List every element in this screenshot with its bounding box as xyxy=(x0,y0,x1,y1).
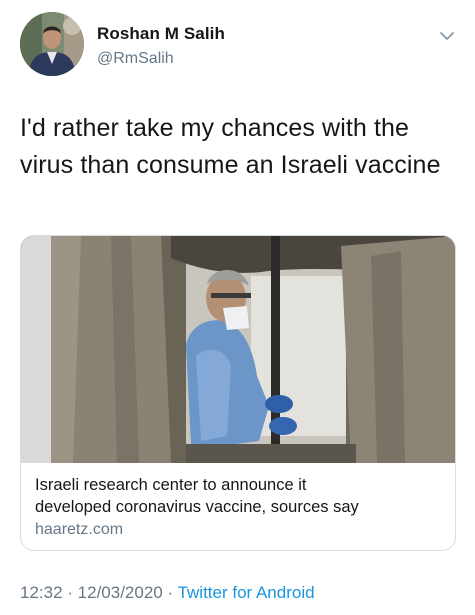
card-domain: haaretz.com xyxy=(35,521,124,538)
avatar-photo xyxy=(20,12,84,76)
tweet-date: 12/03/2020 xyxy=(77,583,163,602)
link-card[interactable]: Israeli research center to announce it d… xyxy=(20,235,456,551)
tweet: Roshan M Salih @RmSalih I'd rather take … xyxy=(0,0,475,615)
card-title-line: Israeli research center to announce it xyxy=(35,476,307,494)
card-title-line: developed coronavirus vaccine, sources s… xyxy=(35,498,359,516)
chevron-down-icon[interactable] xyxy=(438,29,456,43)
tweet-meta: 12:32 · 12/03/2020 · Twitter for Android xyxy=(20,583,315,603)
meta-separator: · xyxy=(62,583,78,602)
avatar[interactable] xyxy=(20,12,84,76)
tweet-text-line: I'd rather take my chances with the xyxy=(20,114,410,142)
meta-separator: · xyxy=(162,583,178,602)
tweet-time: 12:32 xyxy=(20,583,63,602)
author-handle[interactable]: @RmSalih xyxy=(97,50,174,68)
tweet-text: I'd rather take my chances with the viru… xyxy=(20,110,460,184)
card-image xyxy=(21,236,455,463)
tweet-source-link[interactable]: Twitter for Android xyxy=(178,583,315,602)
card-text: Israeli research center to announce it d… xyxy=(35,474,447,541)
author-name[interactable]: Roshan M Salih xyxy=(97,24,225,44)
tweet-text-line: virus than consume an Israeli vaccine xyxy=(20,151,441,179)
